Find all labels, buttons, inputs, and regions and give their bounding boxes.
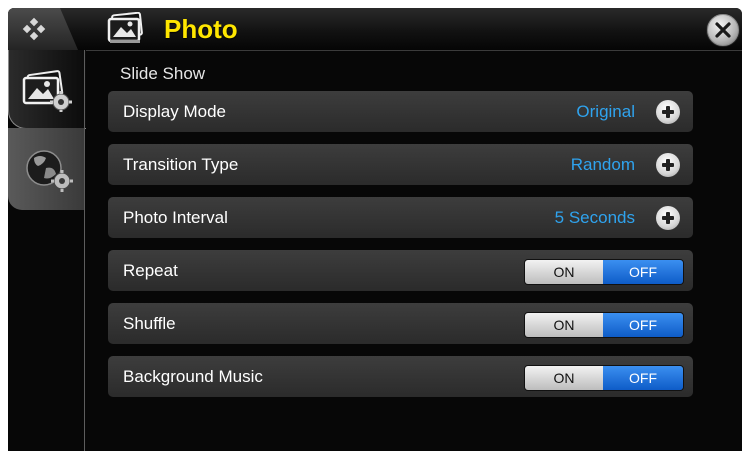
photo-icon: [107, 12, 143, 43]
repeat-toggle[interactable]: ON OFF: [524, 259, 684, 285]
background-music-toggle[interactable]: ON OFF: [524, 365, 684, 391]
toggle-on-button[interactable]: ON: [525, 260, 603, 284]
sidebar-divider: [84, 50, 85, 451]
section-title: Slide Show: [120, 64, 206, 83]
toggle-on-button[interactable]: ON: [525, 366, 603, 390]
sidebar-tab-photo-settings[interactable]: [8, 50, 86, 129]
close-icon: [715, 22, 731, 38]
toggle-off-button[interactable]: OFF: [603, 313, 683, 337]
plus-icon[interactable]: [656, 206, 680, 230]
plus-icon[interactable]: [656, 153, 680, 177]
setting-row-photo-interval[interactable]: Photo Interval 5 Seconds: [108, 197, 693, 238]
setting-row-transition-type[interactable]: Transition Type Random: [108, 144, 693, 185]
close-button[interactable]: [706, 13, 740, 47]
setting-value: Random: [570, 155, 635, 174]
photo-settings-icon: [22, 70, 72, 112]
setting-row-shuffle: Shuffle ON OFF: [108, 303, 693, 344]
sidebar-tab-globe-settings[interactable]: [8, 128, 84, 210]
photo-settings-screen: Photo Slide Show Display Mode Original T…: [8, 8, 742, 451]
header-bar: Photo: [8, 8, 742, 51]
setting-label: Repeat: [123, 261, 178, 280]
setting-label: Photo Interval: [123, 208, 228, 227]
setting-row-background-music: Background Music ON OFF: [108, 356, 693, 397]
app-title: Photo: [164, 14, 238, 44]
setting-label: Display Mode: [123, 102, 226, 121]
setting-row-display-mode[interactable]: Display Mode Original: [108, 91, 693, 132]
setting-value: Original: [576, 102, 635, 121]
toggle-off-button[interactable]: OFF: [603, 260, 683, 284]
setting-row-repeat: Repeat ON OFF: [108, 250, 693, 291]
setting-label: Shuffle: [123, 314, 176, 333]
setting-value: 5 Seconds: [554, 208, 635, 227]
toggle-off-button[interactable]: OFF: [603, 366, 683, 390]
shuffle-toggle[interactable]: ON OFF: [524, 312, 684, 338]
setting-label: Transition Type: [123, 155, 239, 174]
globe-settings-icon: [26, 150, 73, 192]
setting-label: Background Music: [123, 367, 263, 386]
plus-icon[interactable]: [656, 100, 680, 124]
home-diamond-icon: [22, 17, 46, 41]
home-button[interactable]: [8, 8, 78, 50]
toggle-on-button[interactable]: ON: [525, 313, 603, 337]
